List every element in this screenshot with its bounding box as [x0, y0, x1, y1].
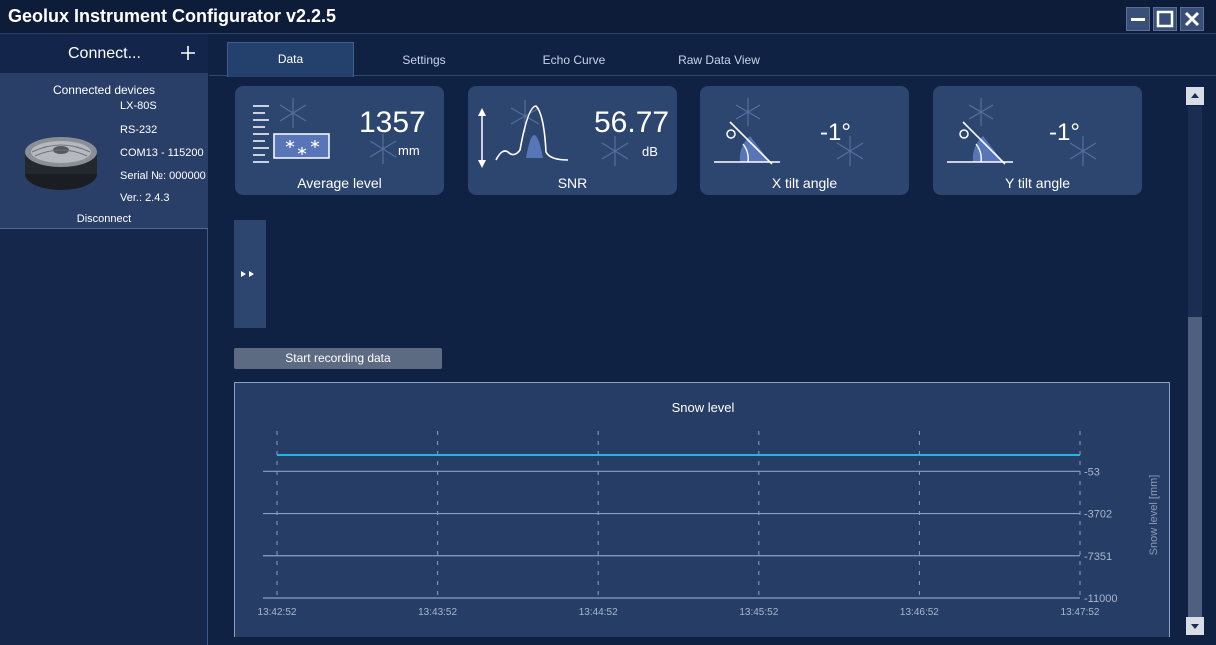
tab-settings[interactable]: Settings: [364, 44, 484, 76]
scroll-up-button[interactable]: [1186, 87, 1204, 105]
x-tilt-card: -1° X tilt angle: [700, 86, 909, 195]
y-tilt-value: -1°: [1049, 119, 1080, 146]
x-tick-label: 13:47:52: [1061, 607, 1100, 618]
snow-level-chart: Snow level 13:42:52 13:43:52 13:44:52 13:45:…: [234, 382, 1170, 637]
maximize-button[interactable]: [1153, 7, 1177, 31]
close-icon: [1184, 11, 1200, 27]
x-tilt-value: -1°: [820, 119, 851, 146]
disconnect-button[interactable]: Disconnect: [0, 213, 208, 225]
double-chevron-right-icon: [241, 271, 254, 277]
device-serial: Serial №: 000000: [120, 170, 206, 182]
maximize-icon: [1156, 10, 1174, 28]
expand-panel-button[interactable]: [234, 220, 266, 328]
snr-card: 56.77 dB SNR: [468, 86, 677, 195]
snr-unit: dB: [642, 144, 658, 159]
x-tick-label: 13:43:52: [418, 607, 457, 618]
window-title: Geolux Instrument Configurator v2.2.5: [8, 6, 337, 26]
arrow-up-icon: [1191, 93, 1199, 98]
close-button[interactable]: [1180, 7, 1204, 31]
average-level-unit: mm: [398, 143, 420, 158]
plus-icon: [181, 46, 195, 60]
y-tilt-card: -1° Y tilt angle: [933, 86, 1142, 195]
connect-label: Connect...: [68, 45, 141, 62]
x-tick-label: 13:46:52: [900, 607, 939, 618]
x-tilt-label: X tilt angle: [771, 175, 838, 191]
chart-canvas: Snow level 13:42:52 13:43:52 13:44:52 13:45:…: [258, 400, 1160, 618]
scrollbar-thumb[interactable]: [1188, 317, 1202, 617]
y-axis-label: Snow level [mm]: [1148, 475, 1160, 556]
chart-title: Snow level: [672, 400, 735, 415]
x-tick-label: 13:45:52: [739, 607, 778, 618]
device-image: [25, 137, 97, 190]
snr-value: 56.77: [594, 106, 670, 139]
average-level-value: 1357: [359, 106, 426, 139]
connect-button[interactable]: Connect...: [0, 34, 208, 74]
device-card[interactable]: Connected devices LX-80S RS-232 COM13 - …: [0, 74, 208, 229]
device-version: Ver.: 2.4.3: [120, 192, 170, 204]
y-tick-label: -7351: [1084, 551, 1112, 563]
scroll-down-button[interactable]: [1186, 617, 1204, 635]
x-tick-label: 13:44:52: [579, 607, 618, 618]
device-port: COM13 - 115200: [120, 147, 204, 159]
device-interface: RS-232: [120, 124, 158, 136]
tab-echo-curve[interactable]: Echo Curve: [509, 44, 639, 76]
connected-devices-header: Connected devices: [52, 83, 156, 97]
minimize-icon: [1131, 18, 1145, 21]
average-level-label: Average level: [297, 175, 382, 191]
tab-bar: Data Settings Echo Curve Raw Data View: [209, 34, 1216, 77]
sidebar: Connect... Connected devices LX-80S RS-2…: [0, 34, 208, 645]
arrow-down-icon: [1191, 624, 1199, 629]
minimize-button[interactable]: [1126, 7, 1150, 31]
snr-label: SNR: [557, 175, 588, 191]
title-bar: Geolux Instrument Configurator v2.2.5: [0, 0, 1216, 34]
average-level-card: 1357 mm Average level: [235, 86, 444, 195]
start-recording-button[interactable]: Start recording data: [234, 348, 442, 369]
y-tilt-label: Y tilt angle: [1004, 175, 1071, 191]
y-tick-label: -11000: [1084, 593, 1117, 605]
x-tick-label: 13:42:52: [258, 607, 297, 618]
device-model: LX-80S: [120, 100, 157, 112]
y-tick-label: -53: [1084, 466, 1100, 478]
tab-data[interactable]: Data: [227, 42, 354, 77]
tab-raw-data-view[interactable]: Raw Data View: [659, 44, 779, 76]
y-tick-label: -3702: [1084, 509, 1112, 521]
